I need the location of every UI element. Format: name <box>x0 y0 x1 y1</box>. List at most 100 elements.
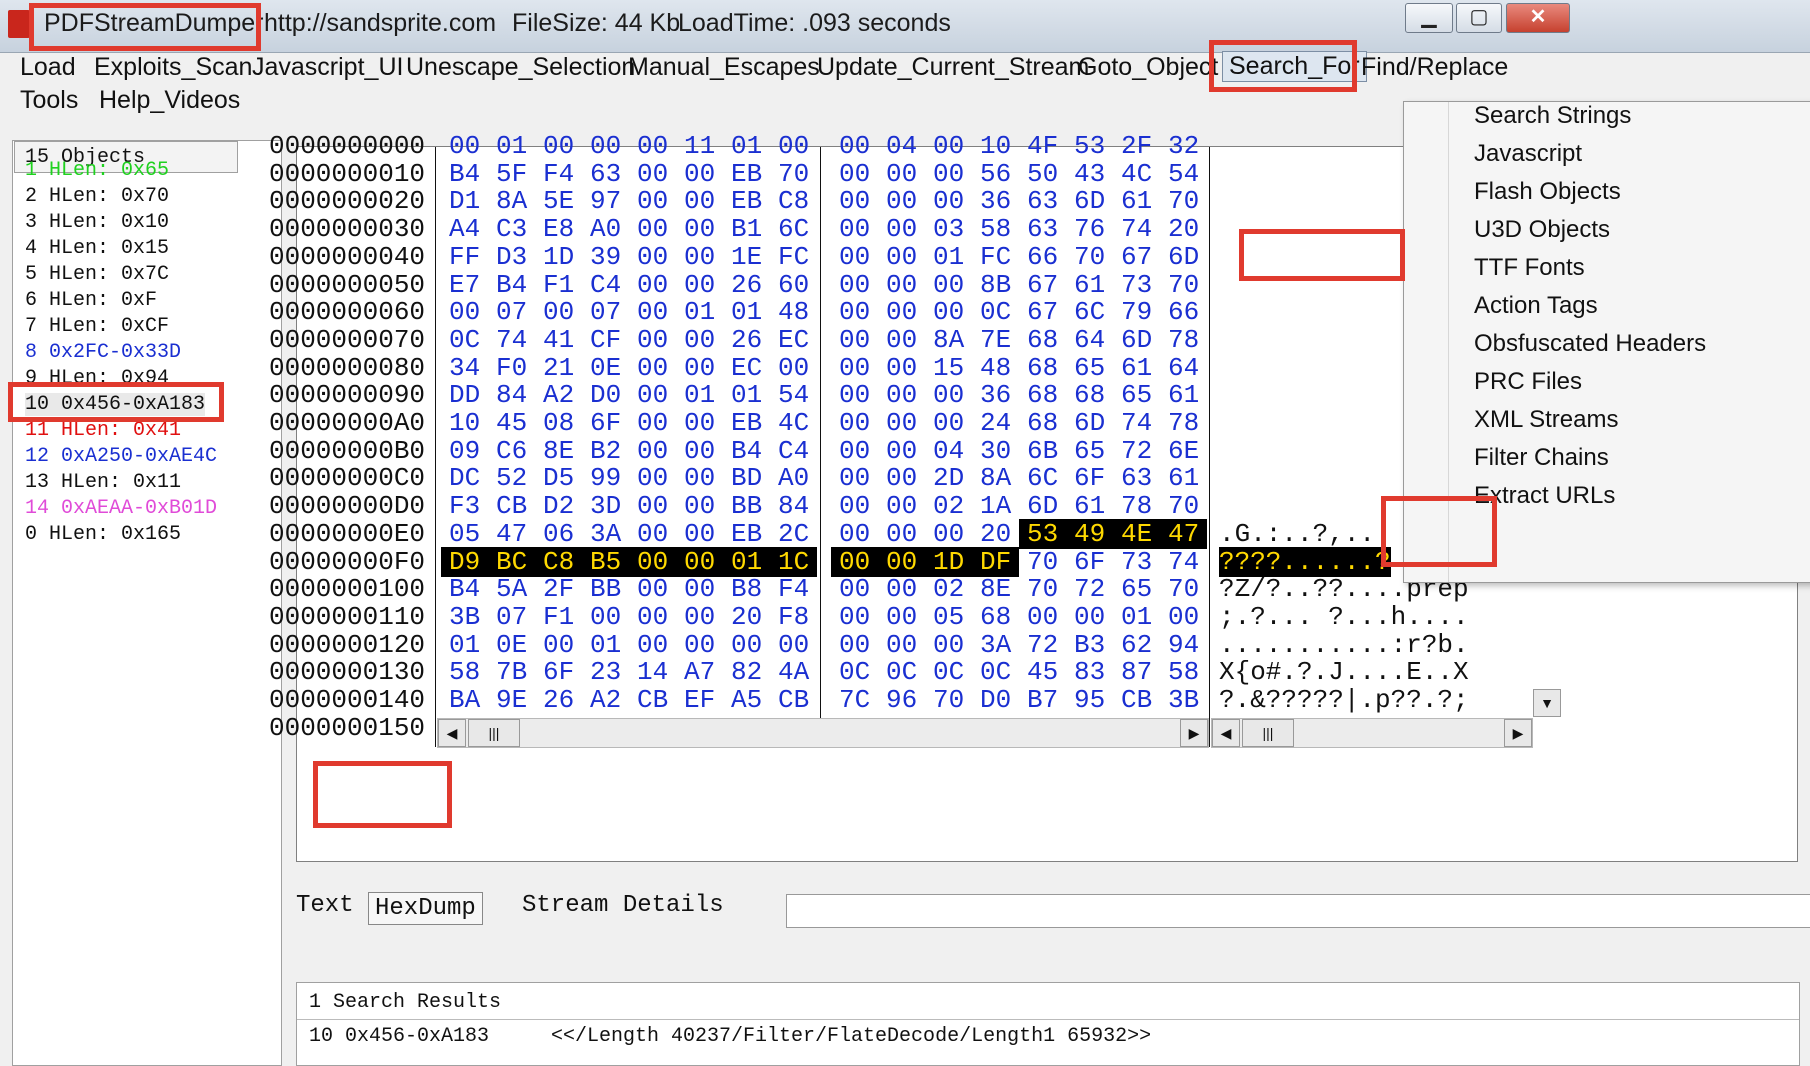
hex-byte[interactable]: 53 <box>1019 518 1067 549</box>
hex-byte[interactable]: CB <box>778 685 809 715</box>
hex-byte[interactable]: 00 <box>543 297 574 327</box>
hex-byte[interactable]: 07 <box>496 602 527 632</box>
hex-byte[interactable]: 99 <box>590 463 621 493</box>
hex-byte[interactable]: 58 <box>980 214 1011 244</box>
hex-byte[interactable]: 70 <box>933 685 964 715</box>
hex-byte[interactable]: 8A <box>980 463 1011 493</box>
hex-byte[interactable]: 01 <box>496 131 527 161</box>
object-list-item[interactable]: 8 0x2FC-0x33D <box>25 341 181 364</box>
hex-byte[interactable]: 68 <box>1027 408 1058 438</box>
menu-update-current-stream[interactable]: Update_Current_Stream <box>817 53 1089 82</box>
hex-byte[interactable]: FC <box>980 242 1011 272</box>
hex-byte[interactable]: 00 <box>886 214 917 244</box>
hex-byte[interactable]: 00 <box>886 463 917 493</box>
hex-byte[interactable]: 00 <box>839 131 870 161</box>
hex-byte[interactable]: 02 <box>933 491 964 521</box>
hex-byte[interactable]: 26 <box>731 325 762 355</box>
hex-byte[interactable]: 00 <box>886 159 917 189</box>
hex-byte[interactable]: 00 <box>886 630 917 660</box>
hex-byte[interactable]: 00 <box>839 186 870 216</box>
hex-byte[interactable]: 41 <box>543 325 574 355</box>
hex-byte[interactable]: A2 <box>590 685 621 715</box>
hex-byte[interactable]: 01 <box>449 630 480 660</box>
hex-byte[interactable]: 68 <box>1027 325 1058 355</box>
hex-byte[interactable]: BD <box>731 463 762 493</box>
hex-byte[interactable]: D0 <box>590 380 621 410</box>
hex-byte[interactable]: 6F <box>1074 547 1105 577</box>
hex-byte[interactable]: B4 <box>731 436 762 466</box>
hex-byte[interactable]: 6F <box>1074 463 1105 493</box>
hex-byte[interactable]: 00 <box>637 159 668 189</box>
hex-byte[interactable]: 00 <box>637 297 668 327</box>
hex-byte[interactable]: 05 <box>933 602 964 632</box>
hex-byte[interactable]: 87 <box>1121 657 1152 687</box>
hex-byte[interactable]: A0 <box>778 463 809 493</box>
hex-byte[interactable]: 0C <box>980 657 1011 687</box>
hex-byte[interactable]: 68 <box>1027 380 1058 410</box>
hex-byte[interactable]: C4 <box>590 270 621 300</box>
hex-byte[interactable]: DD <box>449 380 480 410</box>
hex-byte[interactable]: 00 <box>637 408 668 438</box>
hex-byte[interactable]: B7 <box>1027 685 1058 715</box>
scroll-left-icon[interactable]: ◀ <box>438 719 466 747</box>
object-list-item[interactable]: 2 HLen: 0x70 <box>25 185 169 208</box>
hex-byte[interactable]: 58 <box>1168 657 1199 687</box>
hex-byte[interactable]: 72 <box>1027 630 1058 660</box>
hex-byte[interactable]: B4 <box>449 574 480 604</box>
hex-byte[interactable]: 00 <box>684 325 715 355</box>
hex-byte[interactable]: 47 <box>496 519 527 549</box>
hex-byte[interactable]: 00 <box>886 436 917 466</box>
hex-byte[interactable]: C3 <box>496 214 527 244</box>
hex-byte[interactable]: B4 <box>496 270 527 300</box>
hex-byte[interactable]: 00 <box>637 463 668 493</box>
hex-byte[interactable]: 68 <box>1074 380 1105 410</box>
menu-item-obsfuscated-headers[interactable]: Obsfuscated Headers <box>1474 330 1706 358</box>
hex-byte[interactable]: 6D <box>1168 242 1199 272</box>
hex-byte[interactable]: 00 <box>449 297 480 327</box>
hex-byte[interactable]: 00 <box>886 491 917 521</box>
hex-byte[interactable]: 3A <box>590 519 621 549</box>
hex-byte[interactable]: 63 <box>1027 186 1058 216</box>
hex-byte[interactable]: 00 <box>590 602 621 632</box>
hex-byte[interactable]: D9 <box>441 546 489 577</box>
hex-byte[interactable]: 00 <box>886 186 917 216</box>
hex-byte[interactable]: 08 <box>543 408 574 438</box>
hex-byte[interactable]: 00 <box>637 242 668 272</box>
hex-byte[interactable]: 43 <box>1074 159 1105 189</box>
hex-byte[interactable]: 00 <box>839 463 870 493</box>
hex-byte[interactable]: 6F <box>590 408 621 438</box>
hex-byte[interactable]: 20 <box>1168 214 1199 244</box>
menu-item-prc-files[interactable]: PRC Files <box>1474 368 1582 396</box>
hex-byte[interactable]: 5A <box>496 574 527 604</box>
hex-byte[interactable]: 6B <box>1027 436 1058 466</box>
hex-byte[interactable]: 05 <box>449 519 480 549</box>
hex-byte[interactable]: 00 <box>629 546 677 577</box>
object-list-item[interactable]: 1 HLen: 0x65 <box>25 159 169 182</box>
hex-byte[interactable]: 00 <box>684 242 715 272</box>
hex-byte[interactable]: 70 <box>1074 242 1105 272</box>
hex-byte[interactable]: 65 <box>1121 380 1152 410</box>
hex-byte[interactable]: EC <box>778 325 809 355</box>
hex-byte[interactable]: 11 <box>684 131 715 161</box>
scroll-thumb[interactable]: ||| <box>468 719 520 747</box>
hex-byte[interactable]: CB <box>1121 685 1152 715</box>
close-button[interactable]: ✕ <box>1506 3 1570 33</box>
hex-byte[interactable]: 60 <box>778 270 809 300</box>
hex-byte[interactable]: 74 <box>1121 214 1152 244</box>
object-list-item[interactable]: 11 HLen: 0x41 <box>25 419 181 442</box>
hex-byte[interactable]: F4 <box>778 574 809 604</box>
hex-byte[interactable]: 8E <box>980 574 1011 604</box>
hex-byte[interactable]: 00 <box>778 353 809 383</box>
hex-byte[interactable]: 00 <box>637 602 668 632</box>
hex-byte[interactable]: 00 <box>543 630 574 660</box>
hex-byte[interactable]: 2D <box>933 463 964 493</box>
hex-byte[interactable]: 00 <box>637 214 668 244</box>
hex-byte[interactable]: 04 <box>933 436 964 466</box>
tab-text[interactable]: Text <box>296 892 354 919</box>
hex-byte[interactable]: 00 <box>778 630 809 660</box>
hex-byte[interactable]: 00 <box>684 436 715 466</box>
hex-byte[interactable]: 95 <box>1074 685 1105 715</box>
hex-byte[interactable]: 00 <box>637 491 668 521</box>
hex-byte[interactable]: 00 <box>839 159 870 189</box>
hex-byte[interactable]: B4 <box>449 159 480 189</box>
